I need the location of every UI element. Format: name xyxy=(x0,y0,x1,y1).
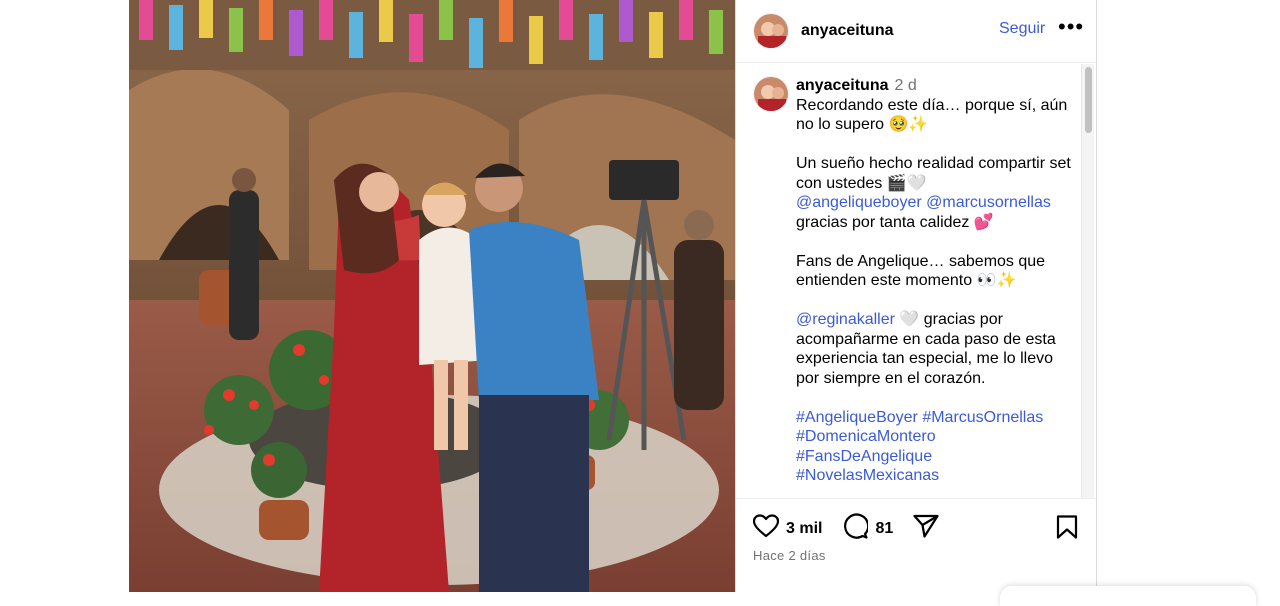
caption-line: gracias por tanta calidez 💕 xyxy=(796,213,994,231)
caption-time[interactable]: 2 d xyxy=(894,77,916,94)
mention-link[interactable]: @angeliqueboyer xyxy=(796,194,922,211)
caption-line: Un sueño hecho realidad compartir set co… xyxy=(796,155,1071,192)
post-modal: anyaceituna Seguir ••• anyaceituna 2 d Re… xyxy=(129,0,1097,592)
comments-count[interactable]: 81 xyxy=(875,520,893,538)
hashtag-link[interactable]: #DomenicaMontero xyxy=(796,428,936,445)
caption-text: anyaceituna 2 d Recordando este día… porq… xyxy=(796,76,1076,498)
post-sidebar: anyaceituna Seguir ••• anyaceituna 2 d Re… xyxy=(735,0,1097,592)
mention-link[interactable]: @marcusornellas xyxy=(926,194,1051,211)
post-actions: 3 mil 81 Hace 2 días xyxy=(736,498,1096,592)
post-author-username[interactable]: anyaceituna xyxy=(801,22,893,40)
post-photo-illustration xyxy=(129,0,735,592)
messages-widget[interactable] xyxy=(1000,586,1256,606)
caption-line: Recordando este día… porque sí, aún no l… xyxy=(796,96,1068,134)
post-photo[interactable] xyxy=(129,0,735,592)
hashtag-link[interactable]: #AngeliqueBoyer xyxy=(796,409,918,426)
post-header: anyaceituna Seguir ••• xyxy=(736,0,1096,63)
avatar[interactable] xyxy=(753,76,789,112)
hashtag-link[interactable]: #MarcusOrnellas xyxy=(922,409,1043,426)
paper-plane-icon[interactable] xyxy=(913,514,939,543)
likes-count[interactable]: 3 mil xyxy=(786,520,822,538)
comments-scrollbar[interactable] xyxy=(1081,64,1094,498)
hashtag-link[interactable]: #NovelasMexicanas xyxy=(796,467,939,484)
caption-username[interactable]: anyaceituna xyxy=(796,77,888,94)
heart-icon[interactable] xyxy=(752,514,780,543)
follow-button[interactable]: Seguir xyxy=(999,20,1045,38)
scrollbar-thumb[interactable] xyxy=(1085,67,1092,133)
avatar[interactable] xyxy=(753,13,789,49)
comment-bubble-icon[interactable] xyxy=(842,513,870,544)
more-options-icon[interactable]: ••• xyxy=(1058,16,1084,38)
caption-line: Fans de Angelique… sabemos que entienden… xyxy=(796,252,1046,290)
hashtag-link[interactable]: #FansDeAngelique xyxy=(796,448,932,465)
post-timestamp[interactable]: Hace 2 días xyxy=(753,548,826,563)
bookmark-icon[interactable] xyxy=(1056,515,1078,544)
comments-area[interactable]: anyaceituna 2 d Recordando este día… porq… xyxy=(736,64,1096,498)
action-row: 3 mil 81 xyxy=(752,513,939,544)
mention-link[interactable]: @reginakaller xyxy=(796,311,895,328)
